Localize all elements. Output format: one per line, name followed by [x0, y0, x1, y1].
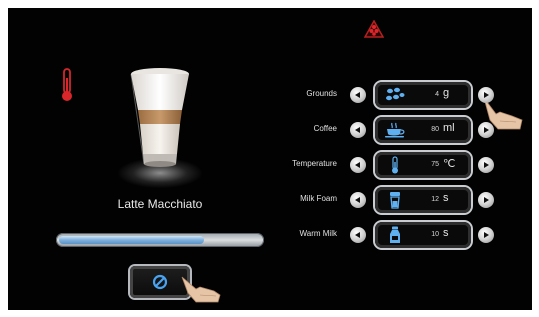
milk-bottle-icon [383, 226, 407, 244]
increase-button[interactable] [478, 157, 494, 173]
latte-macchiato-image [118, 66, 202, 188]
coffee-cup-icon [383, 121, 407, 139]
coffee-beans-icon [383, 86, 407, 104]
milk-foam-cup-icon [383, 191, 407, 209]
setting-unit: g [443, 87, 450, 99]
increase-button[interactable] [478, 227, 494, 243]
setting-unit: s [443, 192, 449, 204]
setting-row-grounds: Grounds 4 g [278, 82, 498, 108]
brew-progress-fill [59, 236, 204, 244]
brew-progress-bar [56, 233, 264, 247]
thermometer-warning-icon [60, 68, 74, 102]
decrease-button[interactable] [350, 192, 366, 208]
coffee-machine-screen: Latte Macchiato Grounds 4 g Coffee 80 ml… [8, 8, 532, 310]
drink-name: Latte Macchiato [117, 197, 203, 211]
cancel-icon [152, 274, 168, 290]
setting-value-box[interactable]: 10 s [375, 222, 471, 248]
setting-label: Grounds [306, 89, 337, 98]
increase-button[interactable] [478, 87, 494, 103]
decrease-button[interactable] [350, 227, 366, 243]
setting-unit: ml [443, 122, 455, 134]
thermometer-icon [383, 156, 407, 174]
setting-value: 12 [431, 196, 439, 203]
decrease-button[interactable] [350, 157, 366, 173]
setting-value: 75 [431, 161, 439, 168]
increase-button[interactable] [478, 122, 494, 138]
setting-value-box[interactable]: 75 ℃ [375, 152, 471, 178]
setting-row-warm-milk: Warm Milk 10 s [278, 222, 498, 248]
setting-unit: ℃ [443, 158, 456, 170]
increase-button[interactable] [478, 192, 494, 208]
setting-label: Milk Foam [300, 194, 337, 203]
arrow-left-icon [355, 92, 360, 98]
arrow-right-icon [484, 127, 489, 133]
setting-label: Temperature [292, 159, 337, 168]
arrow-left-icon [355, 232, 360, 238]
setting-value: 10 [431, 231, 439, 238]
arrow-left-icon [355, 162, 360, 168]
setting-label: Coffee [313, 124, 337, 133]
setting-row-milk-foam: Milk Foam 12 s [278, 187, 498, 213]
arrow-right-icon [484, 197, 489, 203]
setting-row-temperature: Temperature 75 ℃ [278, 152, 498, 178]
decrease-button[interactable] [350, 122, 366, 138]
setting-value: 4 [435, 91, 439, 98]
setting-label: Warm Milk [299, 229, 337, 238]
setting-unit: s [443, 227, 449, 239]
arrow-left-icon [355, 127, 360, 133]
pointing-hand-icon [180, 275, 224, 303]
arrow-right-icon [484, 162, 489, 168]
setting-value: 80 [431, 126, 439, 133]
setting-value-box[interactable]: 12 s [375, 187, 471, 213]
arrow-left-icon [355, 197, 360, 203]
decrease-button[interactable] [350, 87, 366, 103]
arrow-right-icon [484, 92, 489, 98]
setting-value-box[interactable]: 4 g [375, 82, 471, 108]
setting-row-coffee: Coffee 80 ml [278, 117, 498, 143]
alert-triangle-icon[interactable] [364, 20, 384, 38]
setting-value-box[interactable]: 80 ml [375, 117, 471, 143]
arrow-right-icon [484, 232, 489, 238]
